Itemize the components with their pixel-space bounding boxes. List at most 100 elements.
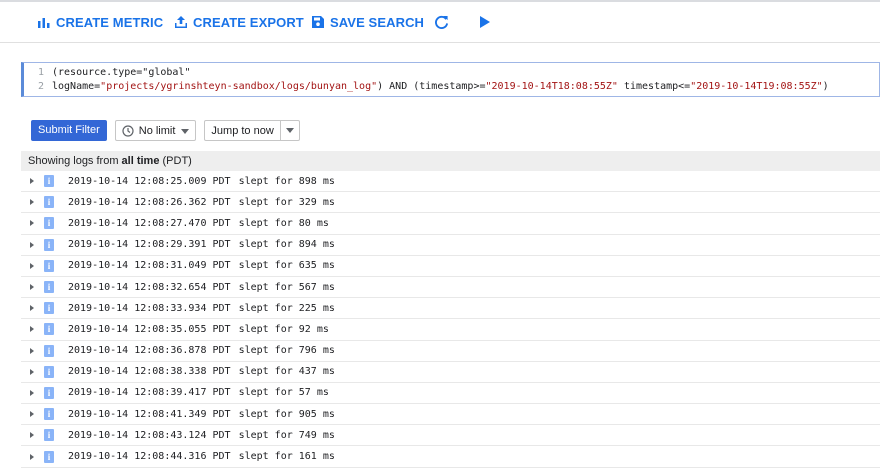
log-entry-row[interactable]: i 2019-10-14 12:08:44.316 PDT slept for 16… bbox=[21, 446, 880, 468]
query-key: logName= bbox=[52, 81, 101, 92]
line-number: 2 bbox=[37, 81, 44, 92]
query-string: "2019-10-14T19:08:55Z" bbox=[690, 81, 823, 92]
log-timestamp: 2019-10-14 12:08:33.934 PDT bbox=[68, 302, 231, 314]
query-text: (resource.type="global" bbox=[52, 67, 191, 78]
log-timestamp: 2019-10-14 12:08:31.049 PDT bbox=[68, 260, 231, 272]
export-icon bbox=[175, 16, 187, 28]
info-severity-icon: i bbox=[44, 408, 54, 421]
expand-arrow-icon[interactable] bbox=[30, 284, 34, 291]
log-entry-row[interactable]: i 2019-10-14 12:08:26.362 PDT slept for 32… bbox=[21, 192, 880, 214]
query-text: ) AND (timestamp>= bbox=[377, 81, 486, 92]
log-message: slept for 161 ms bbox=[238, 451, 335, 463]
expand-arrow-icon[interactable] bbox=[30, 411, 34, 418]
create-metric-button[interactable]: CREATE METRIC bbox=[38, 15, 163, 30]
log-message: slept for 225 ms bbox=[238, 302, 335, 314]
log-entry-row[interactable]: i 2019-10-14 12:08:41.349 PDT slept for 90… bbox=[21, 404, 880, 426]
expand-arrow-icon[interactable] bbox=[30, 347, 34, 354]
jump-to-now-button[interactable]: Jump to now bbox=[204, 120, 300, 141]
log-timestamp: 2019-10-14 12:08:26.362 PDT bbox=[68, 196, 231, 208]
chevron-down-icon bbox=[285, 128, 294, 133]
expand-arrow-icon[interactable] bbox=[30, 262, 34, 269]
log-entry-row[interactable]: i 2019-10-14 12:08:38.338 PDT slept for 43… bbox=[21, 362, 880, 383]
log-entry-row[interactable]: i 2019-10-14 12:08:27.470 PDT slept for 80… bbox=[21, 213, 880, 235]
save-search-button[interactable]: SAVE SEARCH bbox=[312, 15, 424, 30]
expand-arrow-icon[interactable] bbox=[30, 178, 34, 185]
log-entry-row[interactable]: i 2019-10-14 12:08:25.009 PDT slept for 89… bbox=[21, 171, 880, 193]
log-entries-list: i 2019-10-14 12:08:25.009 PDT slept for 89… bbox=[21, 171, 880, 468]
log-timestamp: 2019-10-14 12:08:25.009 PDT bbox=[68, 175, 231, 187]
log-entry-row[interactable]: i 2019-10-14 12:08:32.654 PDT slept for 56… bbox=[21, 277, 880, 299]
save-icon bbox=[312, 16, 324, 28]
jump-dropdown-caret[interactable] bbox=[279, 121, 299, 140]
info-severity-icon: i bbox=[44, 281, 54, 294]
expand-arrow-icon[interactable] bbox=[30, 389, 34, 396]
bar-chart-icon bbox=[38, 18, 50, 28]
log-message: slept for 898 ms bbox=[238, 175, 335, 187]
log-entry-row[interactable]: i 2019-10-14 12:08:33.934 PDT slept for 22… bbox=[21, 298, 880, 320]
create-export-button[interactable]: CREATE EXPORT bbox=[175, 15, 304, 30]
toolbar: CREATE METRIC CREATE EXPORT SAVE SEARCH bbox=[0, 2, 880, 43]
log-message: slept for 437 ms bbox=[238, 366, 335, 378]
log-entry-row[interactable]: i 2019-10-14 12:08:29.391 PDT slept for 89… bbox=[21, 235, 880, 256]
info-severity-icon: i bbox=[44, 386, 54, 399]
log-timestamp: 2019-10-14 12:08:36.878 PDT bbox=[68, 345, 231, 357]
expand-arrow-icon[interactable] bbox=[30, 326, 34, 333]
log-timestamp: 2019-10-14 12:08:38.338 PDT bbox=[68, 366, 231, 378]
query-string: "2019-10-14T18:08:55Z" bbox=[485, 81, 618, 92]
expand-arrow-icon[interactable] bbox=[30, 453, 34, 460]
log-timestamp: 2019-10-14 12:08:27.470 PDT bbox=[68, 217, 231, 229]
info-severity-icon: i bbox=[44, 238, 54, 251]
log-timestamp: 2019-10-14 12:08:35.055 PDT bbox=[68, 323, 231, 335]
log-message: slept for 894 ms bbox=[238, 239, 335, 251]
expand-arrow-icon[interactable] bbox=[30, 220, 34, 227]
clock-icon bbox=[122, 124, 134, 137]
query-text: timestamp<= bbox=[617, 81, 691, 92]
expand-arrow-icon[interactable] bbox=[30, 432, 34, 439]
play-icon bbox=[480, 16, 490, 28]
log-message: slept for 635 ms bbox=[238, 260, 335, 272]
log-message: slept for 905 ms bbox=[238, 408, 335, 420]
log-entry-row[interactable]: i 2019-10-14 12:08:39.417 PDT slept for 57… bbox=[21, 383, 880, 405]
query-text: ) bbox=[822, 81, 829, 92]
log-timestamp: 2019-10-14 12:08:44.316 PDT bbox=[68, 451, 231, 463]
advanced-filter-editor[interactable]: 1 (resource.type="global" 2 logName="proje… bbox=[21, 62, 880, 97]
info-severity-icon: i bbox=[44, 217, 54, 230]
query-line-1: 1 (resource.type="global" bbox=[24, 66, 191, 80]
log-timestamp: 2019-10-14 12:08:39.417 PDT bbox=[68, 387, 231, 399]
log-entry-row[interactable]: i 2019-10-14 12:08:43.124 PDT slept for 74… bbox=[21, 425, 880, 447]
chevron-down-icon bbox=[181, 125, 195, 137]
log-message: slept for 57 ms bbox=[238, 387, 329, 399]
info-severity-icon: i bbox=[44, 175, 54, 188]
expand-arrow-icon[interactable] bbox=[30, 368, 34, 375]
info-severity-icon: i bbox=[44, 323, 54, 336]
header-prefix: Showing logs from bbox=[28, 155, 122, 167]
info-severity-icon: i bbox=[44, 450, 54, 463]
log-entry-row[interactable]: i 2019-10-14 12:08:31.049 PDT slept for 63… bbox=[21, 256, 880, 277]
limit-dropdown[interactable]: No limit bbox=[114, 120, 197, 141]
log-message: slept for 92 ms bbox=[238, 323, 329, 335]
save-search-label: SAVE SEARCH bbox=[330, 14, 425, 30]
header-range: all time bbox=[121, 155, 160, 167]
expand-arrow-icon[interactable] bbox=[30, 305, 34, 312]
log-message: slept for 80 ms bbox=[238, 217, 329, 229]
log-timestamp: 2019-10-14 12:08:32.654 PDT bbox=[68, 281, 231, 293]
info-severity-icon: i bbox=[44, 302, 54, 315]
log-range-header: Showing logs from all time (PDT) bbox=[21, 151, 880, 171]
play-button[interactable] bbox=[480, 16, 496, 28]
expand-arrow-icon[interactable] bbox=[30, 241, 34, 248]
log-entry-row[interactable]: i 2019-10-14 12:08:36.878 PDT slept for 79… bbox=[21, 341, 880, 362]
info-severity-icon: i bbox=[44, 429, 54, 442]
refresh-button[interactable] bbox=[434, 15, 455, 30]
log-message: slept for 329 ms bbox=[238, 196, 335, 208]
info-severity-icon: i bbox=[44, 344, 54, 357]
info-severity-icon: i bbox=[44, 259, 54, 272]
filter-controls: Submit Filter No limit Jump to now bbox=[31, 120, 300, 141]
line-number: 1 bbox=[37, 67, 44, 78]
jump-label: Jump to now bbox=[211, 124, 274, 137]
submit-filter-button[interactable]: Submit Filter bbox=[31, 120, 107, 141]
info-severity-icon: i bbox=[44, 365, 54, 378]
log-entry-row[interactable]: i 2019-10-14 12:08:35.055 PDT slept for 92… bbox=[21, 319, 880, 341]
query-line-2: 2 logName="projects/ygrinshteyn-sandbox/l… bbox=[24, 80, 829, 94]
log-message: slept for 796 ms bbox=[238, 345, 335, 357]
expand-arrow-icon[interactable] bbox=[30, 199, 34, 206]
